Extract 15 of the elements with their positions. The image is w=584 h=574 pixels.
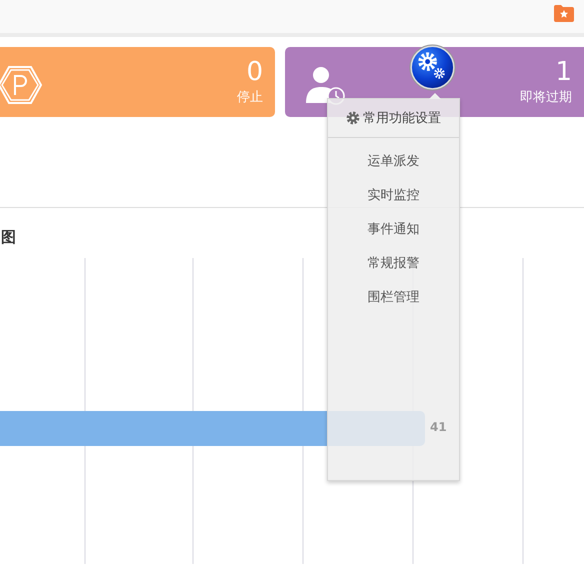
card-count: 0 bbox=[246, 56, 263, 88]
menu-item[interactable]: 运单派发 bbox=[328, 145, 459, 179]
chart-title: 图 bbox=[1, 228, 16, 246]
menu-item[interactable]: 围栏管理 bbox=[328, 281, 459, 315]
card-count: 1 bbox=[555, 56, 572, 88]
bar-value-label: 41 bbox=[430, 420, 447, 434]
card-label: 停止 bbox=[237, 89, 263, 107]
menu-item[interactable]: 常规报警 bbox=[328, 247, 459, 281]
gears-icon[interactable] bbox=[409, 44, 456, 91]
gear-icon bbox=[346, 111, 360, 125]
star-folder-icon[interactable] bbox=[554, 4, 574, 22]
card-label: 即将过期 bbox=[520, 89, 572, 107]
parking-icon bbox=[0, 65, 42, 105]
menu-item[interactable]: 实时监控 bbox=[328, 179, 459, 213]
menu-item[interactable]: 事件通知 bbox=[328, 213, 459, 247]
